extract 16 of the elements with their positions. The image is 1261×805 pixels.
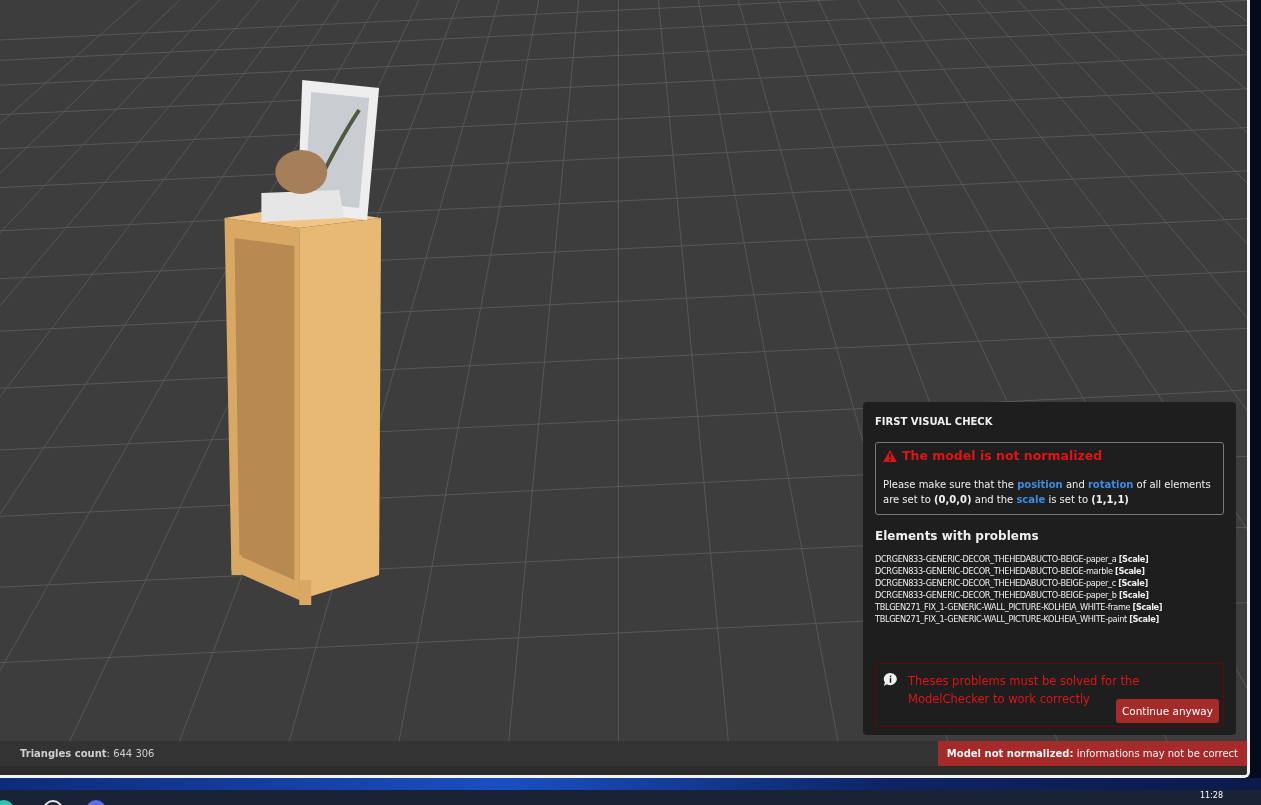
warning-icon	[883, 449, 897, 462]
info-bubble-icon	[883, 672, 898, 687]
problem-item: TBLGEN271_FIX_1-GENERIC-WALL_PICTURE-KOLHEIA_WHITE-paint [Scale]	[875, 613, 1160, 625]
continue-button[interactable]: Continue anyway	[1115, 699, 1219, 723]
problem-item: DCRGEN833-GENERIC-DECOR_THEHEDABUCTO-BEIGE-marble [Scale]	[875, 565, 1146, 577]
problem-item: TBLGEN271_FIX_1-GENERIC-WALL_PICTURE-KOLHEIA_WHITE-frame [Scale]	[875, 601, 1164, 613]
triangles-count: Triangles count: 644 306	[20, 748, 155, 759]
problem-item: DCRGEN833-GENERIC-DECOR_THEHEDABUCTO-BEIGE-paper_a [Scale]	[875, 553, 1150, 565]
clock-time: 11:28	[1199, 791, 1223, 800]
problem-item: DCRGEN833-GENERIC-DECOR_THEHEDABUCTO-BEIGE-paper_c [Scale]	[875, 577, 1149, 589]
panel-title: FIRST VISUAL CHECK	[875, 416, 994, 427]
status-badge: Model not normalized: informations may not be correct	[937, 741, 1247, 766]
section-heading: Elements with problems	[875, 529, 1040, 543]
alert-message: Please make sure that the position and rotation of all elements are set to (0,0,0) and the scale is set to (1,1,1)	[883, 478, 1212, 507]
problem-item: DCRGEN833-GENERIC-DECOR_THEHEDABUCTO-BEIGE-paper_b [Scale]	[875, 589, 1150, 601]
alert-title: The model is not normalized	[902, 448, 1103, 463]
